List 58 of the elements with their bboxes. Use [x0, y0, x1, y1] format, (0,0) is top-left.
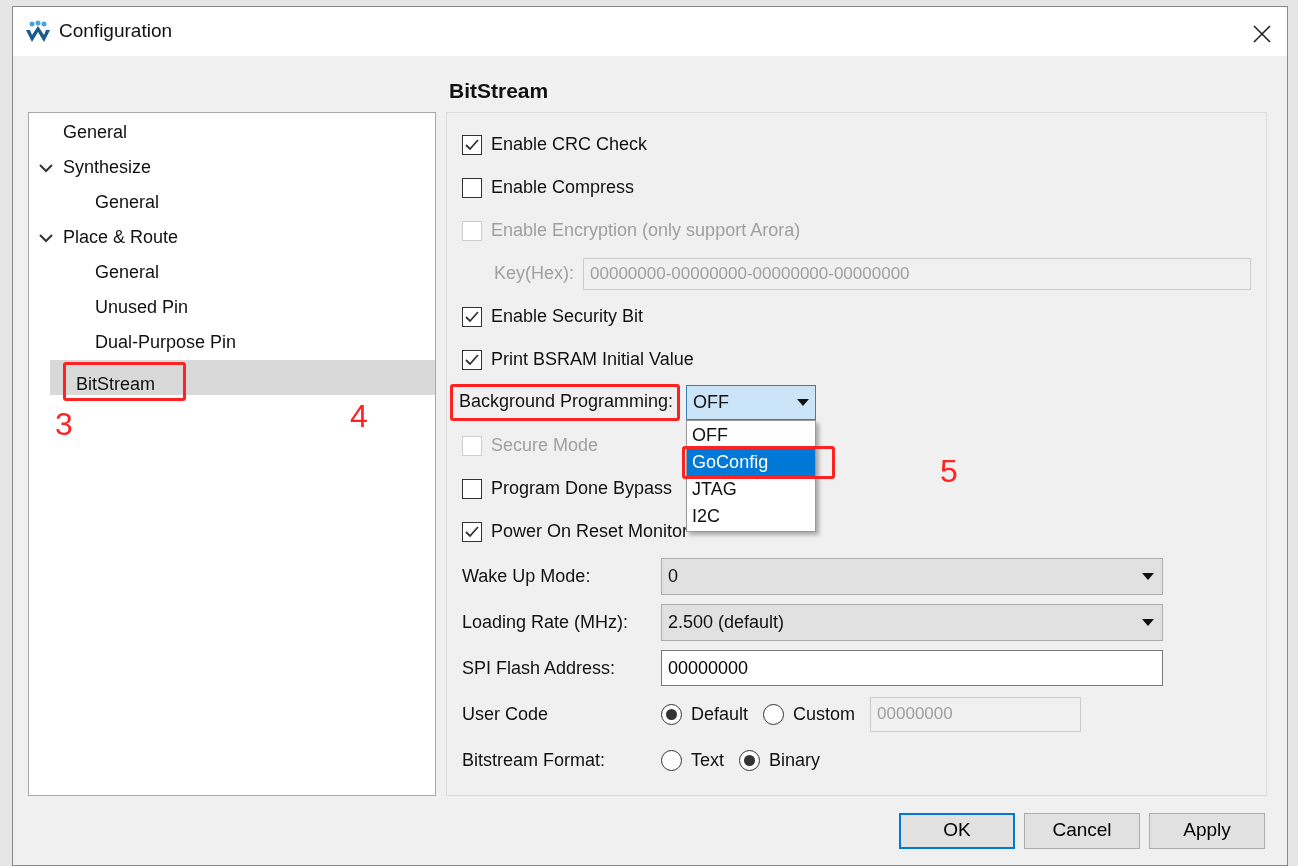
chevron-down-icon[interactable] — [39, 232, 53, 243]
select-field[interactable]: 0 — [661, 557, 1163, 595]
checkbox[interactable] — [462, 306, 482, 327]
annotation-number: 5 — [940, 455, 958, 487]
menu-item[interactable]: OFF — [687, 422, 816, 450]
tree-item[interactable]: BitStream — [76, 374, 156, 395]
tree-item[interactable]: Place & Route — [63, 224, 179, 252]
annotation-number: 3 — [55, 408, 73, 440]
checkbox[interactable] — [462, 521, 482, 542]
field-label: Key(Hex): — [494, 262, 574, 286]
checkbox[interactable] — [462, 349, 482, 370]
menu-item[interactable]: I2C — [687, 503, 816, 531]
caret-icon — [1142, 572, 1154, 580]
caret-icon — [797, 399, 810, 407]
checkbox[interactable] — [462, 177, 482, 198]
checkbox-label[interactable]: Power On Reset Monitor — [491, 518, 689, 546]
radio-label[interactable]: Custom — [793, 700, 856, 728]
field-label: SPI Flash Address: — [462, 656, 617, 680]
field-label: Wake Up Mode: — [462, 564, 592, 588]
radio-button[interactable] — [661, 703, 682, 725]
field-label: User Code — [462, 702, 550, 726]
chevron-down-icon[interactable] — [39, 162, 53, 173]
checkbox[interactable] — [462, 134, 482, 155]
field-label: Background Programming: — [459, 391, 674, 412]
dialog-button[interactable]: OK — [899, 812, 1015, 849]
tree-item[interactable]: General — [63, 119, 128, 147]
page-heading: BitStream — [448, 78, 550, 105]
dialog-button[interactable]: Cancel — [1024, 812, 1140, 849]
checkbox-label[interactable]: Print BSRAM Initial Value — [491, 346, 694, 374]
app-logo-icon — [25, 19, 51, 44]
checkbox[interactable] — [462, 478, 482, 499]
text-field[interactable]: 00000000 — [661, 650, 1163, 687]
menu-item[interactable]: GoConfig — [687, 449, 816, 477]
field-label: Loading Rate (MHz): — [462, 610, 630, 634]
window-title: Configuration — [59, 19, 173, 44]
tree-item[interactable]: Synthesize — [63, 154, 152, 182]
tree-item[interactable]: Dual-Purpose Pin — [95, 329, 237, 357]
select-field[interactable]: 2.500 (default) — [661, 603, 1163, 641]
dialog-button[interactable]: Apply — [1149, 812, 1265, 849]
checkbox-label[interactable]: Enable CRC Check — [491, 131, 648, 159]
tree-item[interactable]: General — [95, 189, 160, 217]
checkbox-label: Enable Encryption (only support Arora) — [491, 219, 801, 243]
radio-label[interactable]: Text — [691, 746, 724, 774]
radio-button[interactable] — [739, 749, 760, 771]
caret-icon — [1142, 618, 1154, 626]
annotation-number: 4 — [350, 400, 368, 432]
checkbox-label[interactable]: Program Done Bypass — [491, 475, 673, 503]
menu-item[interactable]: JTAG — [687, 476, 816, 504]
checkbox-label[interactable]: Enable Security Bit — [491, 303, 644, 331]
checkbox-label: Secure Mode — [491, 434, 599, 458]
radio-label[interactable]: Default — [691, 700, 749, 728]
checkbox-label[interactable]: Enable Compress — [491, 174, 635, 202]
radio-button[interactable] — [763, 703, 785, 725]
radio-label[interactable]: Binary — [769, 746, 821, 774]
radio-button[interactable] — [661, 749, 682, 771]
field-label: Bitstream Format: — [462, 748, 607, 772]
tree-item[interactable]: General — [95, 259, 160, 287]
tree-item[interactable]: Unused Pin — [95, 294, 189, 322]
